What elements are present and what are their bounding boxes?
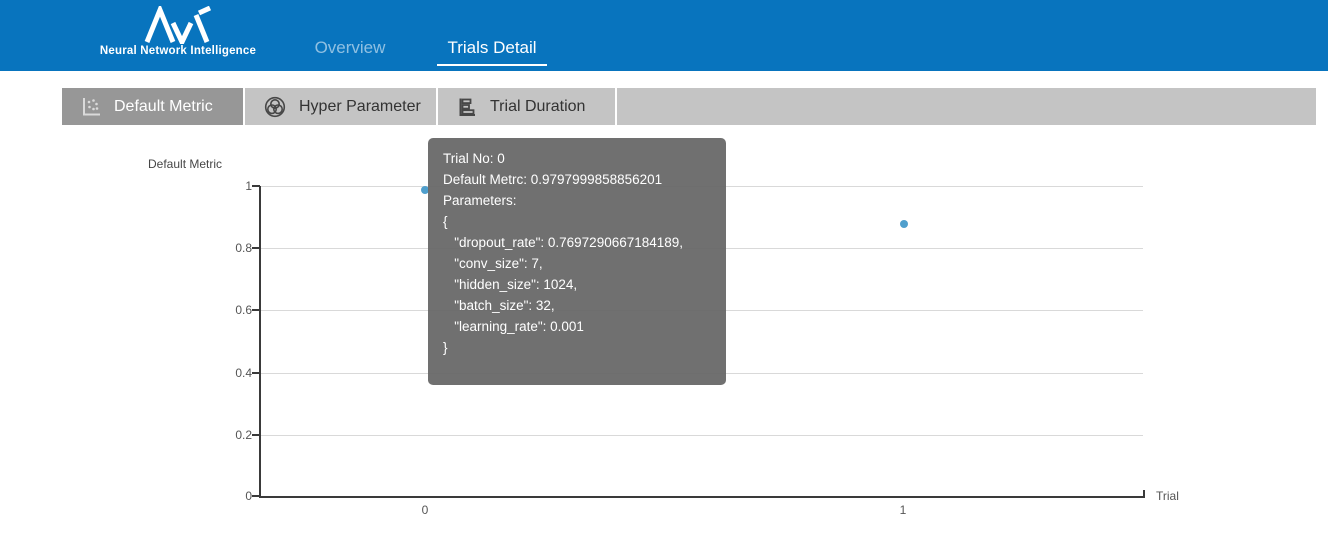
y-axis-tick [252, 185, 260, 187]
tab-hyper-parameter[interactable]: Hyper Parameter [245, 88, 438, 125]
y-axis-tick [252, 372, 260, 374]
y-tick-label: 0.2 [200, 428, 252, 442]
gridline [260, 435, 1143, 436]
nav-tab-trials-detail[interactable]: Trials Detail [437, 0, 547, 71]
tooltip-json-line: "dropout_rate": 0.7697290667184189, [443, 232, 726, 253]
y-tick-label: 0.6 [200, 303, 252, 317]
y-tick-label: 0 [200, 489, 252, 503]
tooltip-default-metric: Default Metrc: 0.9797999858856201 [443, 169, 726, 190]
header-nav: Overview Trials Detail [300, 0, 547, 71]
tooltip-json-line: } [443, 337, 726, 358]
tab-trial-duration[interactable]: Trial Duration [438, 88, 617, 125]
tooltip-json-line: "hidden_size": 1024, [443, 274, 726, 295]
chart-y-axis-title: Default Metric [148, 157, 222, 171]
tab-default-metric-label: Default Metric [114, 98, 213, 116]
horizontal-bar-chart-icon [456, 96, 478, 118]
y-tick-label: 0.8 [200, 241, 252, 255]
y-axis-tick [252, 495, 260, 497]
nni-logo: Neural Network Intelligence [90, 4, 266, 68]
tooltip-json-line: { [443, 211, 726, 232]
y-axis-line [259, 186, 261, 497]
venn-diagram-icon [263, 95, 287, 119]
tab-default-metric[interactable]: Default Metric [62, 88, 245, 125]
nav-tab-trials-detail-label: Trials Detail [437, 38, 547, 66]
tooltip-trial-no: Trial No: 0 [443, 148, 726, 169]
x-axis-line [259, 496, 1145, 498]
trial-tooltip: Trial No: 0 Default Metrc: 0.97979998588… [428, 138, 726, 385]
tab-trial-duration-label: Trial Duration [490, 98, 585, 116]
tooltip-parameters-heading: Parameters: [443, 190, 726, 211]
tooltip-json-line: "learning_rate": 0.001 [443, 316, 726, 337]
chart-tabbar: Default Metric Hyper Parameter [62, 88, 1316, 125]
y-tick-label: 0.4 [200, 366, 252, 380]
logo-title: Neural Network Intelligence [90, 45, 266, 57]
nav-tab-overview-label: Overview [300, 38, 400, 66]
app-header: Neural Network Intelligence Overview Tri… [0, 0, 1328, 71]
y-tick-label: 1 [200, 179, 252, 193]
x-tick-label: 0 [413, 503, 437, 517]
nni-app: Neural Network Intelligence Overview Tri… [0, 0, 1328, 549]
tab-hyper-parameter-label: Hyper Parameter [299, 98, 421, 116]
y-axis-tick [252, 247, 260, 249]
x-tick-label: 1 [891, 503, 915, 517]
tooltip-json-line: "batch_size": 32, [443, 295, 726, 316]
y-axis-tick [252, 309, 260, 311]
x-axis-end-tick [1143, 490, 1145, 497]
tooltip-json-line: "conv_size": 7, [443, 253, 726, 274]
x-axis-title: Trial [1156, 489, 1179, 503]
nav-tab-overview[interactable]: Overview [300, 0, 400, 71]
scatter-point-trial-1[interactable] [900, 220, 908, 228]
y-axis-tick [252, 434, 260, 436]
scatter-plot-icon [80, 96, 102, 118]
nni-logo-icon [142, 6, 214, 44]
